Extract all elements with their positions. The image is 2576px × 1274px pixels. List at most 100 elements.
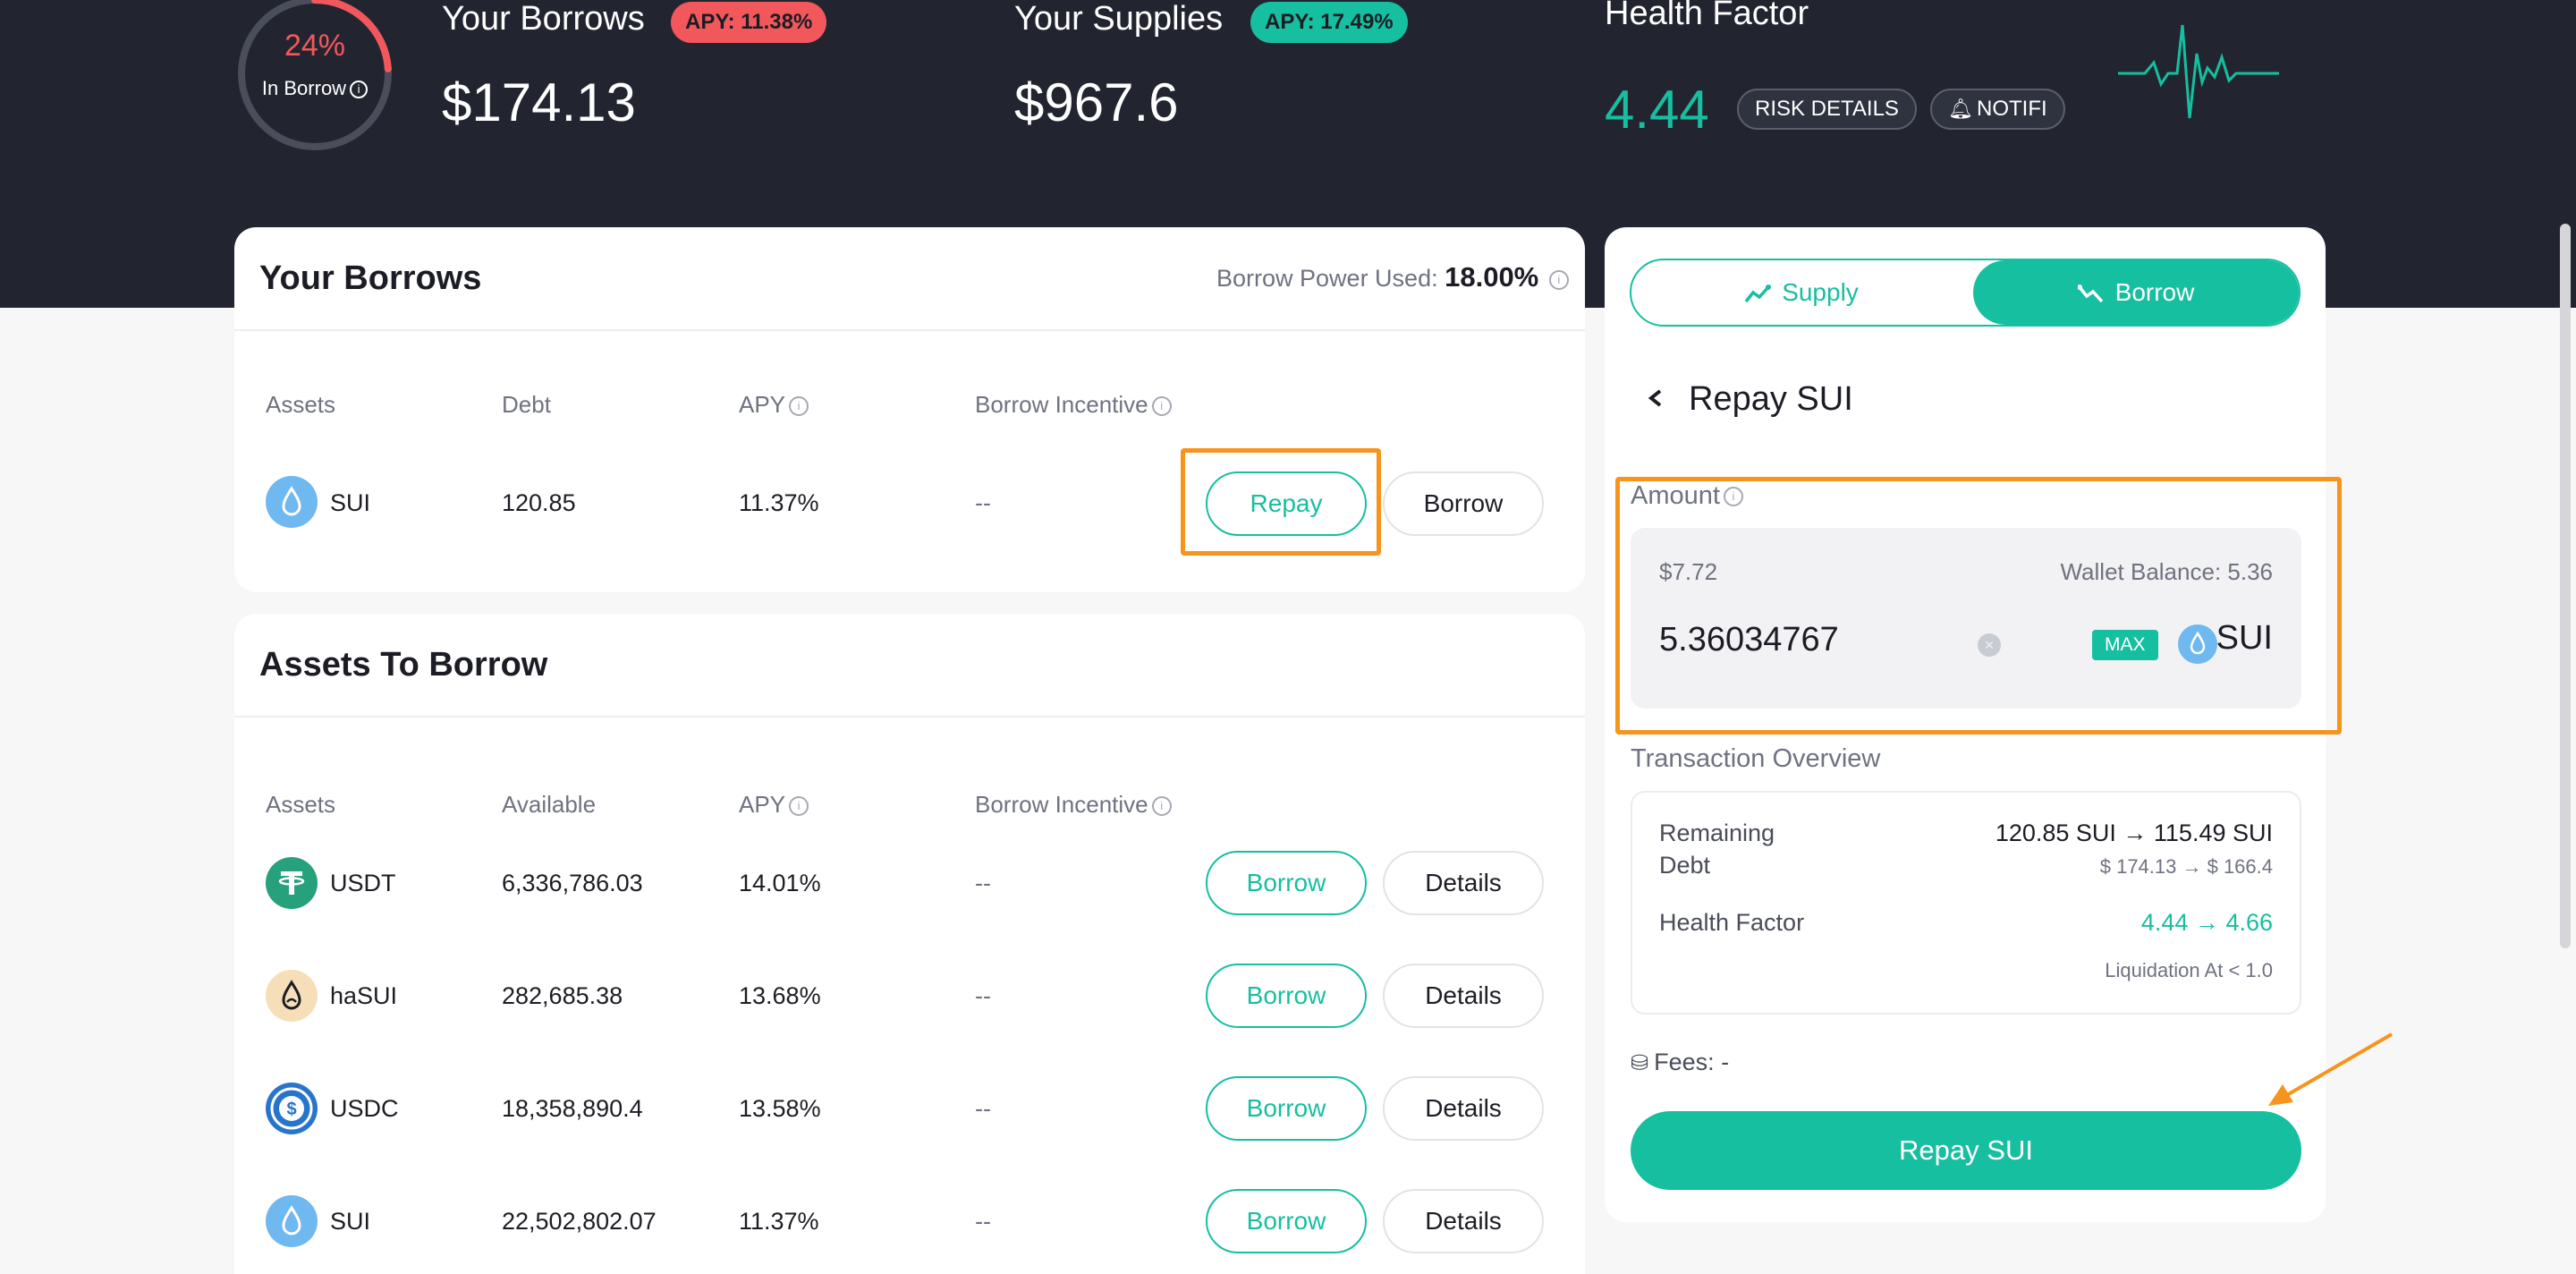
details-button[interactable]: Details [1383, 964, 1544, 1028]
scrollbar[interactable] [2560, 224, 2571, 948]
fees: ⛁ Fees: - [1631, 1049, 1729, 1076]
apy-value: 14.01% [739, 870, 821, 896]
annotation-arrow [2268, 1032, 2394, 1106]
usdc-coin-icon: $ [266, 1083, 318, 1134]
borrow-button[interactable]: Borrow [1206, 1076, 1367, 1141]
repay-submit-button[interactable]: Repay SUI [1631, 1111, 2301, 1190]
borrow-button[interactable]: Borrow [1383, 471, 1544, 536]
borrow-button[interactable]: Borrow [1206, 851, 1367, 915]
borrows-stat-value: $174.13 [442, 72, 636, 132]
health-factor-change: 4.44 → 4.66 [2140, 909, 2273, 936]
borrow-power-used: Borrow Power Used: 18.00% i [1216, 261, 1569, 293]
fees-text: Fees: - [1654, 1049, 1730, 1075]
assets-to-borrow-title: Assets To Borrow [259, 646, 548, 684]
sui-coin-icon [266, 1195, 318, 1247]
remaining-debt-label-2: Debt [1659, 852, 1711, 879]
col-apy: APY i [739, 791, 809, 819]
borrow-power-value: 18.00% [1445, 261, 1539, 293]
ring-percentage: 24% [284, 29, 346, 63]
borrows-apy-badge: APY: 11.38% [671, 2, 827, 43]
hasui-coin-icon [266, 970, 318, 1022]
highlight-box [1181, 448, 1381, 556]
col-incentive-label: Borrow Incentive [975, 391, 1148, 418]
details-button[interactable]: Details [1383, 1076, 1544, 1141]
assets-to-borrow-card [234, 614, 1585, 1274]
details-button[interactable]: Details [1383, 851, 1544, 915]
supplies-apy-badge: APY: 17.49% [1250, 2, 1408, 43]
asset-name: haSUI [330, 982, 398, 1009]
ring-label-text: In Borrow [261, 77, 347, 99]
info-icon[interactable]: i [1548, 269, 1569, 290]
trend-down-icon [2076, 284, 2103, 302]
health-factor-value: 4.44 [1605, 80, 1709, 140]
col-apy-label: APY [739, 791, 786, 818]
info-icon[interactable]: i [1151, 396, 1172, 417]
info-icon[interactable]: i [1151, 796, 1172, 817]
apy-value: 13.58% [739, 1095, 821, 1122]
debt-value: 120.85 [502, 489, 576, 516]
col-incentive-label: Borrow Incentive [975, 791, 1148, 818]
incentive-value: -- [975, 870, 991, 896]
supply-borrow-toggle: Supply Borrow [1630, 259, 2301, 327]
supplies-stat-value: $967.6 [1014, 72, 1179, 132]
borrow-power-label: Borrow Power Used: [1216, 265, 1438, 292]
incentive-value: -- [975, 1095, 991, 1122]
risk-details-button[interactable]: RISK DETAILS [1737, 89, 1917, 130]
asset-name: SUI [330, 489, 371, 516]
available-value: 18,358,890.4 [502, 1095, 643, 1122]
liquidation-threshold: Liquidation At < 1.0 [2105, 959, 2273, 981]
borrow-button[interactable]: Borrow [1206, 964, 1367, 1028]
remaining-debt-value: 120.85 SUI → 115.49 SUI [1995, 820, 2273, 846]
panel-title: Repay SUI [1689, 380, 1853, 418]
heartbeat-icon [2118, 24, 2279, 119]
trend-up-icon [1744, 284, 1772, 302]
col-apy-label: APY [739, 391, 786, 418]
info-icon[interactable]: i [789, 796, 809, 817]
notifi-label: NOTIFI [1977, 97, 2047, 121]
apy-value: 13.68% [739, 982, 821, 1009]
col-assets: Assets [266, 391, 336, 418]
divider [234, 329, 1585, 331]
coins-icon: ⛁ [1631, 1051, 1649, 1075]
col-incentive: Borrow Incentive i [975, 791, 1172, 819]
incentive-value: -- [975, 489, 991, 516]
asset-name: USDT [330, 870, 396, 896]
info-icon[interactable]: i [350, 81, 369, 99]
col-debt: Debt [502, 391, 551, 418]
notifi-button[interactable]: 🔔︎ NOTIFI [1930, 89, 2065, 130]
borrows-stat-title: Your Borrows [442, 0, 645, 38]
tab-supply-label: Supply [1782, 278, 1859, 306]
borrow-ratio-ring: 24% In Borrow i [234, 0, 395, 154]
apy-value: 11.37% [739, 1208, 819, 1235]
asset-name: USDC [330, 1095, 399, 1122]
available-value: 282,685.38 [502, 982, 623, 1009]
info-icon[interactable]: i [789, 396, 809, 417]
tab-borrow-label: Borrow [2114, 278, 2195, 306]
tab-borrow[interactable]: Borrow [1973, 260, 2299, 325]
health-factor-label: Health Factor [1659, 909, 1805, 936]
remaining-debt-usd: $ 174.13 → $ 166.4 [2099, 855, 2273, 878]
incentive-value: -- [975, 1208, 991, 1235]
bell-icon: 🔔︎ [1948, 98, 1973, 120]
supplies-stat-title: Your Supplies [1014, 0, 1224, 38]
svg-text:$: $ [286, 1100, 296, 1119]
divider [234, 716, 1585, 718]
col-assets: Assets [266, 791, 336, 818]
remaining-debt-label: Remaining [1659, 820, 1775, 846]
health-factor-title: Health Factor [1605, 0, 1809, 32]
incentive-value: -- [975, 982, 991, 1009]
your-borrows-title: Your Borrows [259, 259, 482, 297]
asset-name: SUI [330, 1208, 371, 1235]
tab-supply[interactable]: Supply [1631, 260, 1971, 325]
borrow-button[interactable]: Borrow [1206, 1189, 1367, 1253]
sui-coin-icon [266, 476, 318, 528]
usdt-coin-icon [266, 857, 318, 909]
col-apy: APY i [739, 391, 809, 419]
highlight-box [1615, 477, 2342, 735]
chevron-left-icon[interactable] [1646, 380, 1665, 425]
ring-label: In Borrow i [234, 77, 395, 100]
transaction-overview-title: Transaction Overview [1631, 744, 1881, 773]
apy-value: 11.37% [739, 489, 819, 516]
details-button[interactable]: Details [1383, 1189, 1544, 1253]
transaction-overview: Remaining Debt 120.85 SUI → 115.49 SUI $… [1631, 791, 2301, 1015]
